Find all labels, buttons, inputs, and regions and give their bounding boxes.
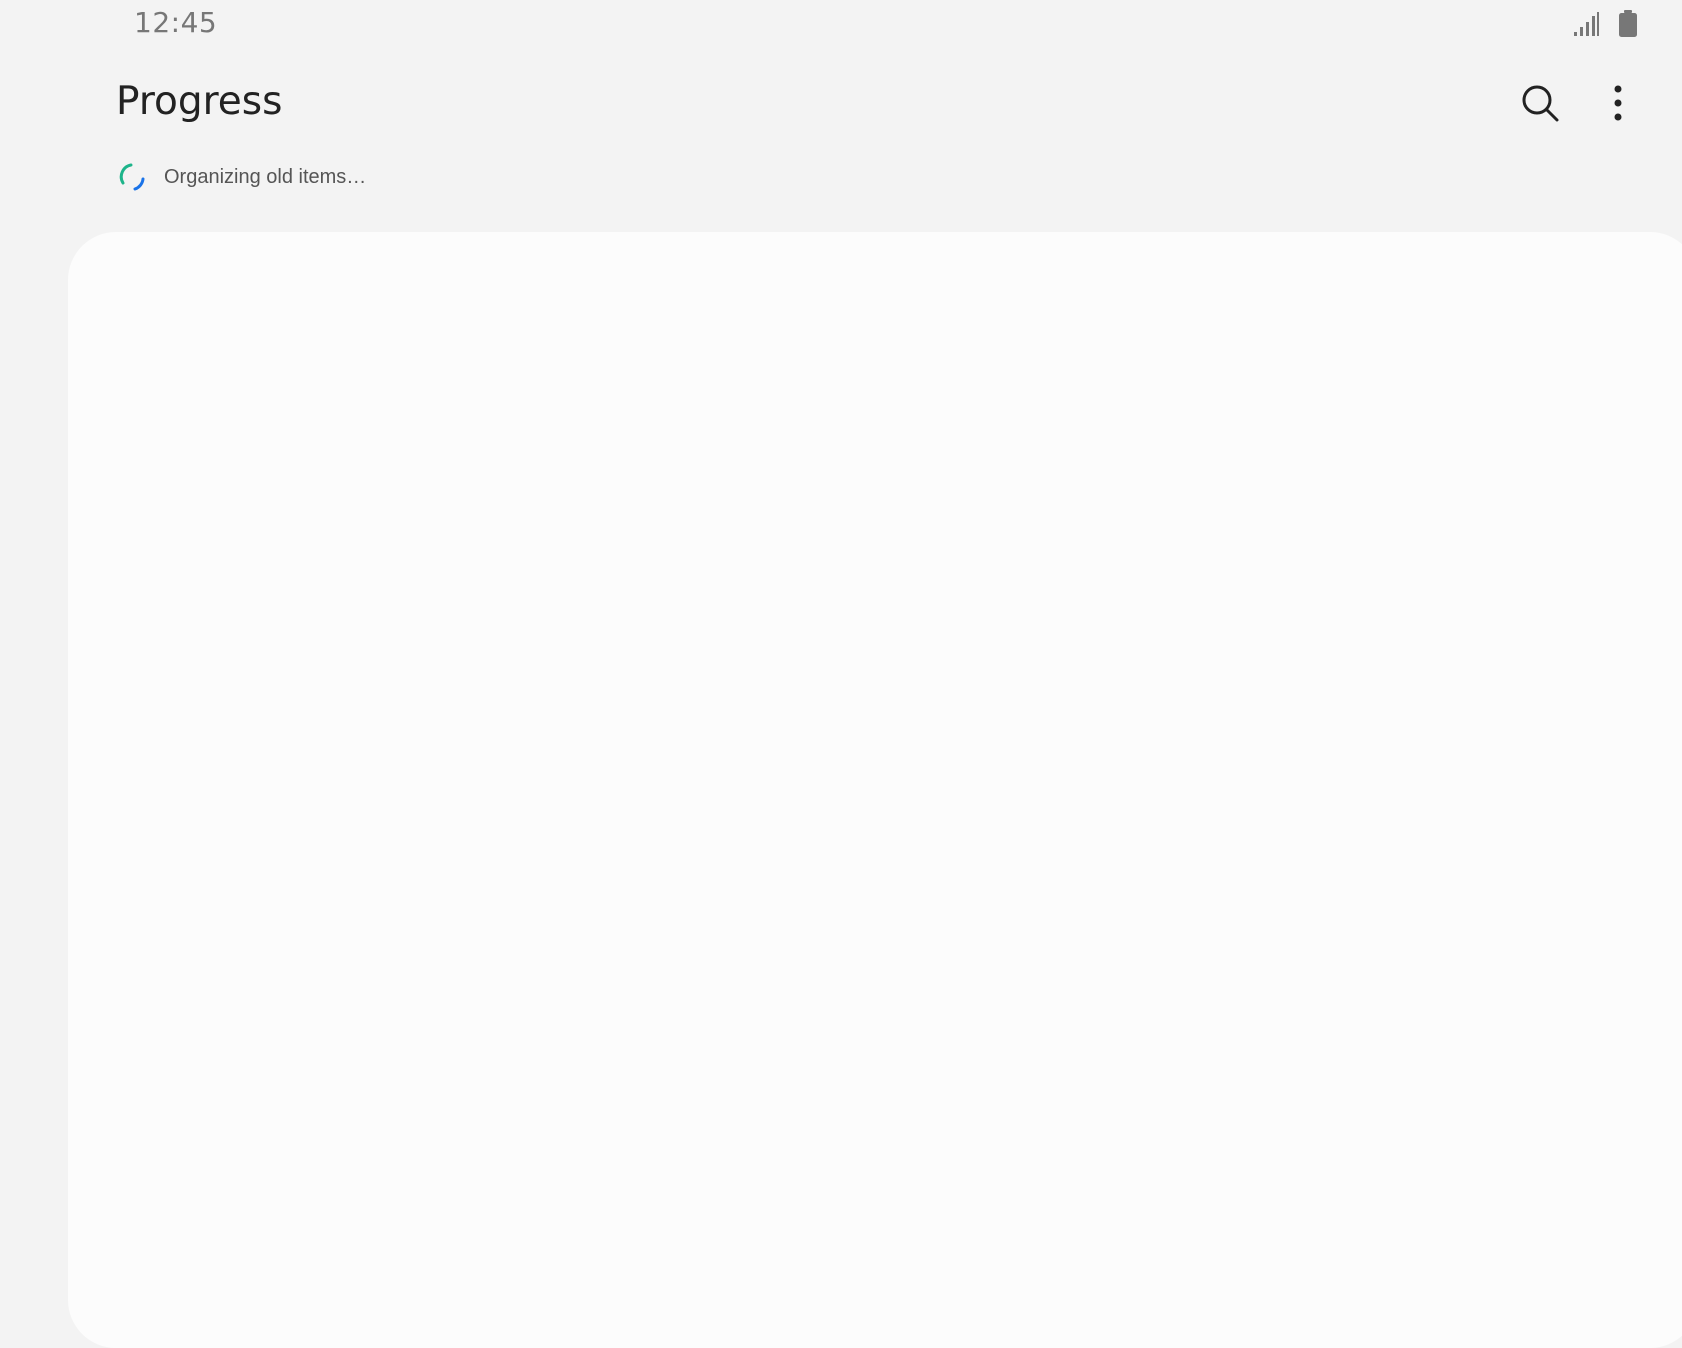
content-card: [68, 232, 1682, 1348]
search-button[interactable]: [1508, 71, 1572, 135]
more-vertical-icon: [1614, 85, 1622, 121]
progress-message: Organizing old items…: [164, 165, 367, 188]
page-title: Progress: [116, 79, 283, 124]
progress-row: Organizing old items…: [116, 160, 366, 194]
search-icon: [1522, 85, 1559, 122]
status-bar: 12:45: [0, 0, 1682, 48]
loading-spinner-icon: [119, 163, 145, 191]
more-options-button[interactable]: [1586, 71, 1650, 135]
app-bar: Progress: [0, 60, 1682, 144]
status-time: 12:45: [134, 6, 218, 39]
signal-icon: [1574, 12, 1599, 36]
battery-icon: [1619, 10, 1637, 37]
